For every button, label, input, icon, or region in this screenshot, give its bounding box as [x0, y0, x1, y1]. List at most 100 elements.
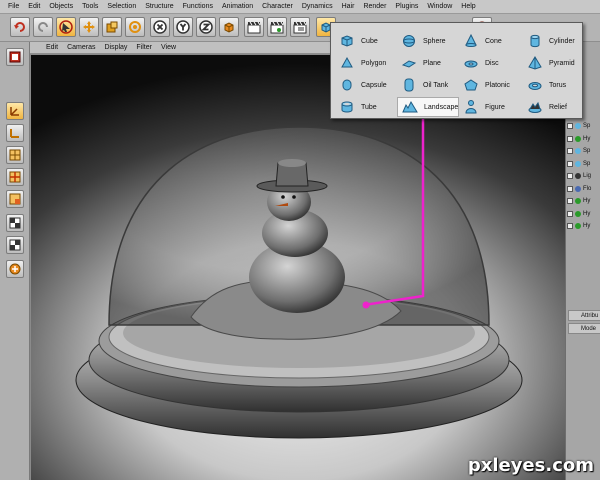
primitive-cube[interactable]: Cube [335, 31, 397, 51]
tree-item[interactable]: Hy [567, 195, 600, 207]
platonic-icon [464, 79, 478, 91]
redo-button[interactable] [33, 17, 53, 37]
primitive-cone[interactable]: Cone [459, 31, 521, 51]
menu-objects[interactable]: Objects [49, 3, 73, 10]
cube-icon [341, 35, 353, 47]
live-selection-button[interactable] [56, 17, 76, 37]
expand-icon[interactable] [567, 210, 573, 217]
object-type-icon [575, 123, 581, 129]
menu-help[interactable]: Help [461, 3, 475, 10]
use-polygon-tool-button[interactable] [6, 190, 24, 208]
render-settings-button[interactable] [290, 17, 310, 37]
expand-icon[interactable] [567, 160, 573, 167]
primitive-polygon[interactable]: Polygon [335, 53, 397, 73]
menu-plugins[interactable]: Plugins [395, 3, 418, 10]
expand-icon[interactable] [567, 173, 573, 179]
primitive-label: Relief [549, 103, 567, 111]
viewport-menu-display[interactable]: Display [104, 44, 127, 51]
attributes-tab[interactable]: Attribu [568, 310, 600, 321]
menu-edit[interactable]: Edit [28, 3, 40, 10]
primitive-label: Plane [423, 59, 441, 67]
primitive-pyramid[interactable]: Pyramid [523, 53, 585, 73]
primitive-label: Tube [361, 103, 377, 111]
y-axis-icon [176, 20, 190, 34]
primitive-label: Platonic [485, 81, 510, 89]
disc-icon [464, 60, 478, 68]
expand-icon[interactable] [567, 123, 573, 129]
use-edge-tool-button[interactable] [6, 168, 24, 186]
primitive-figure[interactable]: Figure [459, 97, 521, 117]
y-axis-lock-button[interactable] [173, 17, 193, 37]
tree-item-label: Lig [583, 173, 592, 179]
render-picture-viewer-button[interactable] [267, 17, 287, 37]
primitive-tube[interactable]: Tube [335, 97, 397, 117]
menu-tools[interactable]: Tools [82, 3, 98, 10]
tree-item[interactable]: Hy [567, 208, 600, 220]
coordinate-system-button[interactable] [219, 17, 239, 37]
tree-item[interactable]: Sp [567, 145, 600, 157]
use-texture-tool-button[interactable] [6, 214, 24, 232]
z-axis-lock-button[interactable] [196, 17, 216, 37]
primitive-torus[interactable]: Torus [523, 75, 585, 95]
expand-icon[interactable] [567, 135, 573, 142]
primitive-oil-tank[interactable]: Oil Tank [397, 75, 459, 95]
primitive-sphere[interactable]: Sphere [397, 31, 459, 51]
viewport-menu-filter[interactable]: Filter [136, 44, 152, 51]
snap-button[interactable] [6, 260, 24, 278]
primitive-plane[interactable]: Plane [397, 53, 459, 73]
tree-item[interactable]: Hy [567, 133, 600, 145]
menu-dynamics[interactable]: Dynamics [302, 3, 333, 10]
menu-window[interactable]: Window [427, 3, 452, 10]
tree-item[interactable]: Sp [567, 120, 600, 132]
menu-file[interactable]: File [8, 3, 19, 10]
primitive-label: Pyramid [549, 59, 575, 67]
undo-button[interactable] [10, 17, 30, 37]
use-object-tool-button[interactable] [6, 102, 24, 120]
viewport-menu-view[interactable]: View [161, 44, 176, 51]
render-view-button[interactable] [244, 17, 264, 37]
menu-functions[interactable]: Functions [183, 3, 213, 10]
x-axis-icon [153, 20, 167, 34]
use-model-tool-button[interactable] [6, 48, 24, 66]
viewport-menu-cameras[interactable]: Cameras [67, 44, 95, 51]
menu-structure[interactable]: Structure [145, 3, 173, 10]
menu-hair[interactable]: Hair [342, 3, 355, 10]
scale-tool-button[interactable] [102, 17, 122, 37]
menu-animation[interactable]: Animation [222, 3, 253, 10]
checker-axis-icon [9, 239, 21, 251]
use-point-tool-button[interactable] [6, 146, 24, 164]
tree-item[interactable]: Hy [567, 220, 600, 232]
use-axis-tool-button[interactable] [6, 124, 24, 142]
primitive-landscape[interactable]: Landscape [397, 97, 459, 117]
primitive-capsule[interactable]: Capsule [335, 75, 397, 95]
tree-item-label: Sp [583, 148, 591, 154]
viewport-menu-edit[interactable]: Edit [46, 44, 58, 51]
primitive-label: Cone [485, 37, 502, 45]
tree-item[interactable]: Lig [567, 170, 600, 182]
expand-icon[interactable] [567, 223, 573, 229]
tree-item[interactable]: Sp [567, 158, 600, 170]
snap-magnet-icon [9, 263, 21, 275]
mode-tab[interactable]: Mode [568, 323, 600, 334]
primitive-relief[interactable]: Relief [523, 97, 585, 117]
expand-icon[interactable] [567, 148, 573, 154]
menu-character[interactable]: Character [262, 3, 293, 10]
primitive-platonic[interactable]: Platonic [459, 75, 521, 95]
menu-selection[interactable]: Selection [107, 3, 136, 10]
use-texture-axis-tool-button[interactable] [6, 236, 24, 254]
rotate-tool-button[interactable] [125, 17, 145, 37]
primitive-disc[interactable]: Disc [459, 53, 521, 73]
checker-icon [9, 217, 21, 229]
cone-icon [465, 33, 477, 47]
plane-icon [401, 60, 417, 68]
expand-icon[interactable] [567, 198, 573, 204]
move-tool-button[interactable] [79, 17, 99, 37]
menu-render[interactable]: Render [363, 3, 386, 10]
x-axis-lock-button[interactable] [150, 17, 170, 37]
redo-icon [38, 22, 48, 32]
expand-icon[interactable] [567, 185, 573, 192]
figure-icon [465, 100, 477, 114]
primitive-cylinder[interactable]: Cylinder [523, 31, 585, 51]
object-type-icon [575, 160, 581, 167]
tree-item[interactable]: Flo [567, 183, 600, 195]
